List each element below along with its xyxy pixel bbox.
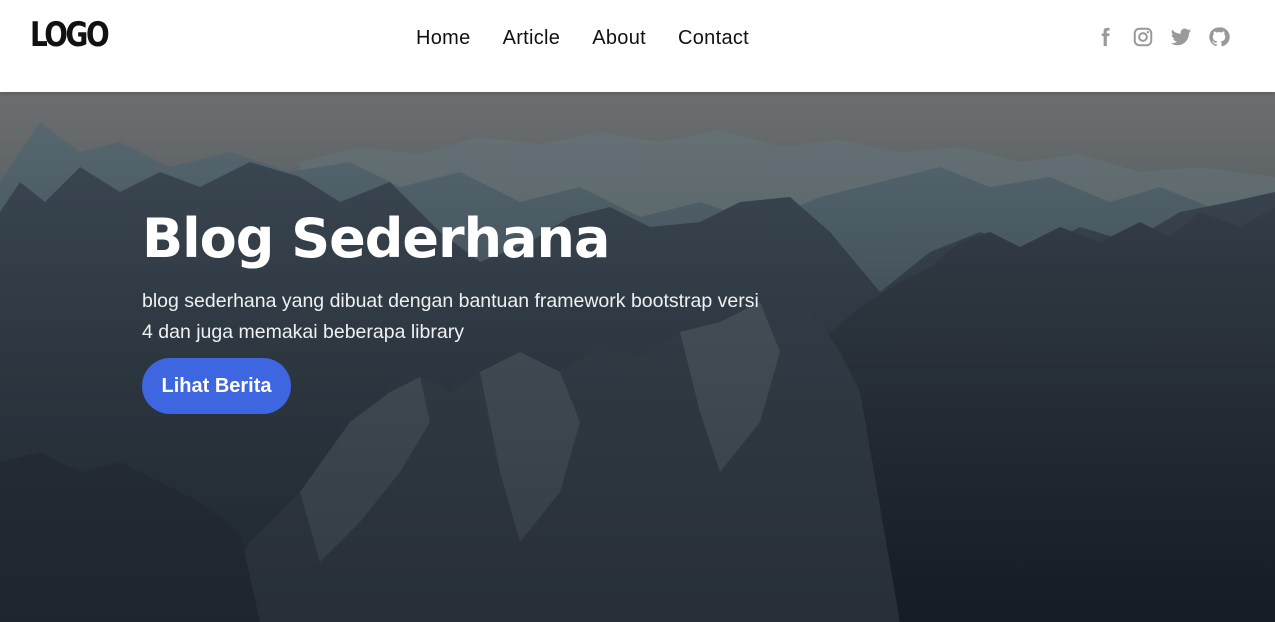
hero-content: Blog Sederhana blog sederhana yang dibua… — [142, 204, 782, 414]
hero-title: Blog Sederhana — [142, 207, 610, 270]
hero-section: Blog Sederhana blog sederhana yang dibua… — [0, 92, 1275, 622]
navbar: LOGO Home Article About Contact — [0, 0, 1275, 92]
nav-menu: Home Article About Contact — [400, 25, 765, 51]
instagram-icon[interactable] — [1132, 26, 1154, 48]
view-news-button[interactable]: Lihat Berita — [142, 358, 291, 414]
facebook-icon[interactable] — [1094, 26, 1116, 48]
nav-link-contact[interactable]: Contact — [662, 25, 765, 51]
nav-link-home[interactable]: Home — [400, 25, 487, 51]
nav-link-article[interactable]: Article — [487, 25, 577, 51]
logo[interactable]: LOGO — [30, 15, 110, 55]
github-icon[interactable] — [1208, 26, 1230, 48]
social-links — [1094, 26, 1230, 48]
hero-description: blog sederhana yang dibuat dengan bantua… — [142, 290, 759, 343]
twitter-icon[interactable] — [1170, 26, 1192, 48]
nav-link-about[interactable]: About — [576, 25, 662, 51]
